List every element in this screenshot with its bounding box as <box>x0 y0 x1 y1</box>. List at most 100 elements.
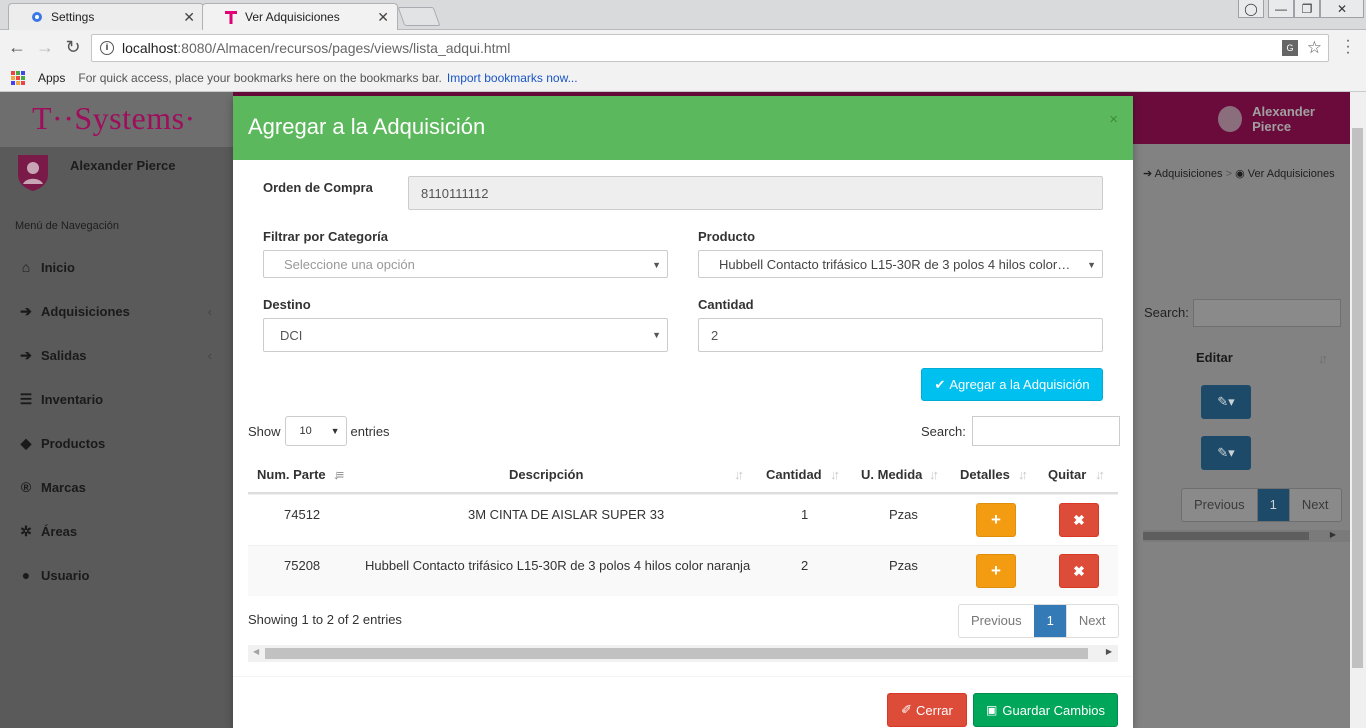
add-to-acquisition-button[interactable]: ✔ Agregar a la Adquisición <box>921 368 1103 401</box>
modal-title: Agregar a la Adquisición <box>248 114 486 139</box>
close-window-button[interactable]: ✕ <box>1320 0 1364 18</box>
bg-horizontal-scrollbar[interactable]: ▶ <box>1143 530 1350 542</box>
registered-icon: ® <box>20 479 32 495</box>
chevron-left-icon: ‹ <box>207 303 212 319</box>
sidebar-item-adquisiciones[interactable]: ➔ Adquisiciones ‹ <box>18 300 218 322</box>
cell-parte: 75208 <box>284 558 321 573</box>
sidebar-item-label: Marcas <box>41 479 86 495</box>
home-icon: ⌂ <box>21 259 31 275</box>
sort-icon: ↓↑ <box>830 467 840 482</box>
gear-icon: ✲ <box>20 522 32 539</box>
close-icon[interactable]: × <box>1109 111 1118 128</box>
sidebar-item-areas[interactable]: ✲ Áreas <box>18 520 218 542</box>
destino-select[interactable]: DCI ▼ <box>263 318 668 352</box>
table-horizontal-scrollbar[interactable]: ◀ ▶ <box>248 645 1118 662</box>
restore-button[interactable]: ❐ <box>1294 0 1320 18</box>
bg-search-input[interactable] <box>1193 299 1341 327</box>
col-descripcion[interactable]: Descripción <box>509 458 583 492</box>
page-vertical-scrollbar[interactable] <box>1350 92 1366 728</box>
t-logo-icon <box>223 9 239 25</box>
info-icon[interactable]: i <box>100 41 114 55</box>
minimize-button[interactable]: — <box>1268 0 1294 18</box>
user-panel: Alexander Pierce <box>15 152 215 202</box>
reload-icon[interactable]: ↻ <box>62 37 84 57</box>
profile-icon[interactable]: ◯ <box>1238 0 1264 18</box>
tab-ver-adquisiciones[interactable]: Ver Adquisiciones ✕ <box>202 3 398 30</box>
bg-column-header: Editar <box>1196 350 1233 365</box>
categoria-select[interactable]: Seleccione una opción ▼ <box>263 250 668 278</box>
cantidad-input[interactable]: 2 <box>698 318 1103 352</box>
menu-icon[interactable]: · · · <box>1341 33 1355 61</box>
destino-label: Destino <box>263 297 311 312</box>
cell-medida: Pzas <box>889 558 918 573</box>
close-icon[interactable]: ✕ <box>183 10 195 24</box>
chevron-down-icon: ▼ <box>1087 260 1096 270</box>
next-button[interactable]: Next <box>1065 605 1118 637</box>
logo: T··Systems· <box>0 92 233 147</box>
scroll-left-icon[interactable]: ◀ <box>253 647 259 656</box>
tab-settings[interactable]: Settings ✕ <box>8 3 204 30</box>
scroll-thumb[interactable] <box>265 648 1088 659</box>
import-bookmarks-link[interactable]: Import bookmarks now... <box>447 71 578 85</box>
translate-icon[interactable]: G <box>1282 40 1298 56</box>
close-icon[interactable]: ✕ <box>377 10 389 24</box>
page-1-button[interactable]: 1 <box>1033 605 1066 637</box>
bg-previous-button[interactable]: Previous <box>1182 489 1257 521</box>
cerrar-label: Cerrar <box>916 702 953 718</box>
breadcrumb-item[interactable]: Adquisiciones <box>1155 168 1223 180</box>
sidebar-item-salidas[interactable]: ➔ Salidas ‹ <box>18 344 218 366</box>
add-acquisition-modal: Agregar a la Adquisición × Orden de Comp… <box>233 96 1133 728</box>
destino-value: DCI <box>280 327 303 343</box>
details-button[interactable]: + <box>976 503 1016 537</box>
col-num-parte[interactable]: Num. Parte <box>257 458 326 492</box>
categoria-label: Filtrar por Categoría <box>263 229 388 244</box>
producto-select[interactable]: Hubbell Contacto trifásico L15-30R de 3 … <box>698 250 1103 278</box>
apps-link[interactable]: Apps <box>38 71 65 85</box>
cerrar-button[interactable]: ✐ Cerrar <box>887 693 967 727</box>
previous-button[interactable]: Previous <box>959 605 1034 637</box>
col-quitar[interactable]: Quitar <box>1048 458 1086 492</box>
entries-value: 10 <box>299 425 312 437</box>
sidebar-item-label: Áreas <box>41 523 78 539</box>
forward-icon[interactable]: → <box>34 37 56 57</box>
tab-title: Ver Adquisiciones <box>245 10 340 24</box>
table-row: 75208 Hubbell Contacto trifásico L15-30R… <box>248 545 1118 596</box>
navbar-username: Alexander Pierce <box>1252 104 1315 134</box>
sidebar-item-label: Adquisiciones <box>41 303 130 319</box>
apps-icon[interactable] <box>11 71 25 85</box>
remove-button[interactable]: ✖ <box>1059 554 1099 588</box>
bg-page-1[interactable]: 1 <box>1256 489 1289 521</box>
entries-label: entries <box>350 423 390 439</box>
sidebar-item-label: Productos <box>41 435 106 451</box>
details-button[interactable]: + <box>976 554 1016 588</box>
cell-descripcion: Hubbell Contacto trifásico L15-30R de 3 … <box>365 558 751 573</box>
star-icon[interactable]: ☆ <box>1307 38 1322 58</box>
bg-next-button[interactable]: Next <box>1288 489 1341 521</box>
sidebar-item-usuario[interactable]: ● Usuario <box>18 564 218 586</box>
navbar-user[interactable]: Alexander Pierce <box>1218 104 1350 134</box>
new-tab-button[interactable] <box>397 7 441 26</box>
guardar-button[interactable]: ▣ Guardar Cambios <box>973 693 1118 727</box>
bg-edit-button[interactable]: ✎▾ <box>1201 436 1251 470</box>
sort-icon: ↓↑ <box>1095 467 1105 482</box>
sidebar-item-inventario[interactable]: ☰ Inventario <box>18 388 218 410</box>
producto-label: Producto <box>698 229 756 244</box>
sidebar-item-label: Usuario <box>41 567 90 583</box>
remove-button[interactable]: ✖ <box>1059 503 1099 537</box>
table-row: 74512 3M CINTA DE AISLAR SUPER 33 1 Pzas… <box>248 494 1118 545</box>
back-icon[interactable]: ← <box>6 37 28 57</box>
orden-field[interactable]: 8110111112 <box>408 176 1103 210</box>
scroll-right-icon[interactable]: ▶ <box>1106 647 1112 656</box>
sidebar-item-inicio[interactable]: ⌂ Inicio <box>18 256 218 278</box>
search-label: Search: <box>921 423 966 439</box>
col-detalles[interactable]: Detalles <box>960 458 1010 492</box>
col-medida[interactable]: U. Medida <box>861 458 922 492</box>
sidebar-item-productos[interactable]: ◆ Productos <box>18 432 218 454</box>
col-cantidad[interactable]: Cantidad <box>766 458 822 492</box>
entries-select[interactable]: 10 ▼ <box>284 416 347 446</box>
sidebar-item-marcas[interactable]: ® Marcas <box>18 476 218 498</box>
bg-edit-button[interactable]: ✎▾ <box>1201 385 1251 419</box>
search-input[interactable] <box>971 416 1120 446</box>
url-field[interactable]: i localhost:8080/Almacen/recursos/pages/… <box>91 34 1329 62</box>
sort-icon: ↓↑ <box>1018 467 1028 482</box>
